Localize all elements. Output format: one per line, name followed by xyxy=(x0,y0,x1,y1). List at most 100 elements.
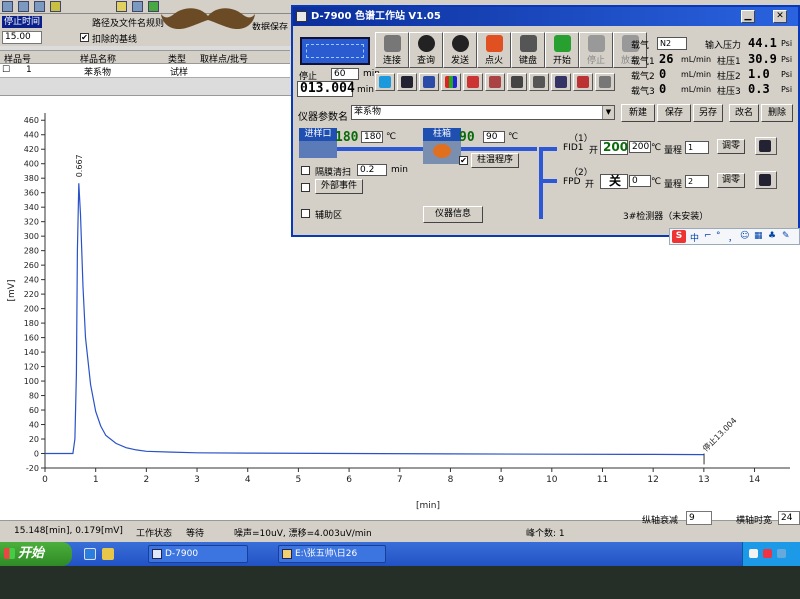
detector1-setpoint[interactable]: 200 xyxy=(629,141,651,153)
ime-toolbar[interactable]: S 中 ⌐ ° ， ☺ ▦ ♣ ✎ xyxy=(669,228,800,245)
row-index: 1 xyxy=(26,65,32,75)
y-tick-label: 140 xyxy=(24,348,39,357)
detector2-setpoint[interactable]: 0 xyxy=(629,175,651,187)
d7900-window[interactable]: D-7900 色谱工作站 V1.05 ▁ ✕ 停止 60 min 013.004… xyxy=(291,5,800,237)
column-oven-zone[interactable]: 柱箱 xyxy=(423,128,461,164)
close-button[interactable]: ✕ xyxy=(773,10,787,23)
save-as-button[interactable]: 另存 xyxy=(693,104,723,122)
task-explorer[interactable]: E:\张五帅\日26 xyxy=(278,545,386,563)
window-title[interactable]: D-7900 色谱工作站 V1.05 ▁ ✕ xyxy=(293,7,798,26)
ignite-button[interactable]: 点火 xyxy=(477,32,511,68)
bars-button[interactable] xyxy=(441,73,461,91)
taskbar: 开始 D-7900 E:\张五帅\日26 xyxy=(0,542,800,566)
instrument-info-button[interactable]: 仪器信息 xyxy=(423,206,483,223)
antivirus-icon[interactable] xyxy=(763,549,772,558)
detector1-zero-button[interactable]: 调零 xyxy=(717,139,745,154)
septum-purge-checkbox[interactable] xyxy=(301,166,310,175)
ime-mode[interactable]: 中 xyxy=(690,231,699,244)
delete-button[interactable]: 删除 xyxy=(761,104,793,122)
ime-comma-icon[interactable]: ， xyxy=(728,231,737,244)
carrier-gas-select[interactable]: N2 xyxy=(657,37,687,50)
chevron-down-icon[interactable]: ▼ xyxy=(602,106,614,119)
table-button[interactable] xyxy=(529,73,549,91)
stop-run-button[interactable]: 停止 xyxy=(579,32,613,68)
ime-tools-icon[interactable]: ✎ xyxy=(782,231,790,241)
volume-icon[interactable] xyxy=(777,549,786,558)
save-button[interactable]: 保存 xyxy=(657,104,691,122)
integrate-button[interactable] xyxy=(573,73,593,91)
task-d7900[interactable]: D-7900 xyxy=(148,545,248,563)
septum-purge-input[interactable]: 0.2 xyxy=(357,164,387,176)
manual-button[interactable] xyxy=(375,73,395,91)
sogou-logo-icon[interactable]: S xyxy=(672,230,686,243)
table-row[interactable]: ☐ 1 苯系物 试样 xyxy=(0,64,290,78)
external-event-button[interactable]: 外部事件 xyxy=(315,179,363,194)
new-button[interactable]: 新建 xyxy=(621,104,655,122)
detector2-zero-button[interactable]: 调零 xyxy=(717,173,745,188)
disk-icon[interactable] xyxy=(132,1,143,12)
lamp-icon[interactable] xyxy=(116,1,127,12)
connect-button[interactable]: 连接 xyxy=(375,32,409,68)
ime-skin-icon[interactable]: ♣ xyxy=(768,231,776,241)
fire-icon xyxy=(486,35,503,52)
info-icon xyxy=(452,35,469,52)
instrument-param-select[interactable]: 苯系物 ▼ xyxy=(351,105,615,120)
injector-temp: 180 xyxy=(335,130,359,145)
com-button[interactable] xyxy=(595,73,615,91)
query-button[interactable]: 查询 xyxy=(409,32,443,68)
stop-time-input[interactable]: 15.00 xyxy=(2,31,42,44)
injector-setpoint[interactable]: 180 xyxy=(361,131,383,143)
x-width-spinner[interactable]: 24 xyxy=(778,511,800,525)
keyboard-label: 键盘 xyxy=(518,56,537,66)
aux-zone-checkbox[interactable] xyxy=(301,209,310,218)
stop-run-label: 停止 xyxy=(586,56,605,66)
ime-halfwidth-icon[interactable]: ° xyxy=(716,231,721,241)
copy-icon[interactable] xyxy=(50,1,61,12)
view1-button[interactable] xyxy=(397,73,417,91)
carrier2-label: 载气2 xyxy=(631,72,655,82)
external-event-checkbox[interactable] xyxy=(301,183,310,192)
folder-icon[interactable] xyxy=(2,1,13,12)
y-tick-label: 460 xyxy=(24,116,39,125)
injector-zone[interactable]: 进样口 xyxy=(299,128,337,158)
query-label: 查询 xyxy=(416,56,435,66)
y-atten-spinner[interactable]: 9 xyxy=(686,511,712,525)
send-button[interactable]: 发送 xyxy=(443,32,477,68)
column1-pressure-unit: Psi xyxy=(781,55,793,64)
view2-button[interactable] xyxy=(419,73,439,91)
peak-label: 0.667 xyxy=(75,154,84,177)
keyboard-button[interactable]: 键盘 xyxy=(511,32,545,68)
view1-icon xyxy=(401,76,413,88)
ime-emoji-icon[interactable]: ☺ xyxy=(740,231,749,241)
media-icon[interactable] xyxy=(102,548,114,560)
ime-keyboard-icon[interactable]: ▦ xyxy=(754,231,763,241)
column-program-checkbox[interactable]: ✔ xyxy=(459,156,468,165)
rename-button[interactable]: 改名 xyxy=(729,104,759,122)
temp-program-button[interactable] xyxy=(463,73,483,91)
deduct-baseline-checkbox[interactable]: ✔ xyxy=(80,33,89,42)
detector2-range-select[interactable]: 2 xyxy=(685,175,709,188)
column-program-button[interactable]: 柱温程序 xyxy=(471,153,519,168)
y-tick-label: 100 xyxy=(24,377,39,386)
print-icon[interactable] xyxy=(34,1,45,12)
row-checkbox[interactable]: ☐ xyxy=(2,65,10,75)
ie-icon[interactable] xyxy=(84,548,96,560)
detector3-status: 3#检测器（未安装） xyxy=(623,212,709,222)
start-button[interactable]: 开始 xyxy=(0,542,72,566)
minimize-button[interactable]: ▁ xyxy=(741,10,755,23)
ime-punct[interactable]: ⌐ xyxy=(704,231,712,241)
peaks-button[interactable] xyxy=(551,73,571,91)
network-icon[interactable] xyxy=(749,549,758,558)
curve-button[interactable] xyxy=(485,73,505,91)
baseline-button[interactable] xyxy=(507,73,527,91)
column-setpoint[interactable]: 90 xyxy=(483,131,505,143)
detector1-view-button[interactable] xyxy=(755,137,777,155)
detector2-state[interactable]: 关 xyxy=(600,174,628,189)
save-icon[interactable] xyxy=(18,1,29,12)
detector2-view-button[interactable] xyxy=(755,171,777,189)
stop-time-field[interactable]: 60 xyxy=(331,68,359,80)
flag-icon[interactable] xyxy=(148,1,159,12)
start-run-button[interactable]: 开始 xyxy=(545,32,579,68)
detector1-range-select[interactable]: 1 xyxy=(685,141,709,154)
path-rule-label[interactable]: 路径及文件名规则 xyxy=(92,16,164,29)
